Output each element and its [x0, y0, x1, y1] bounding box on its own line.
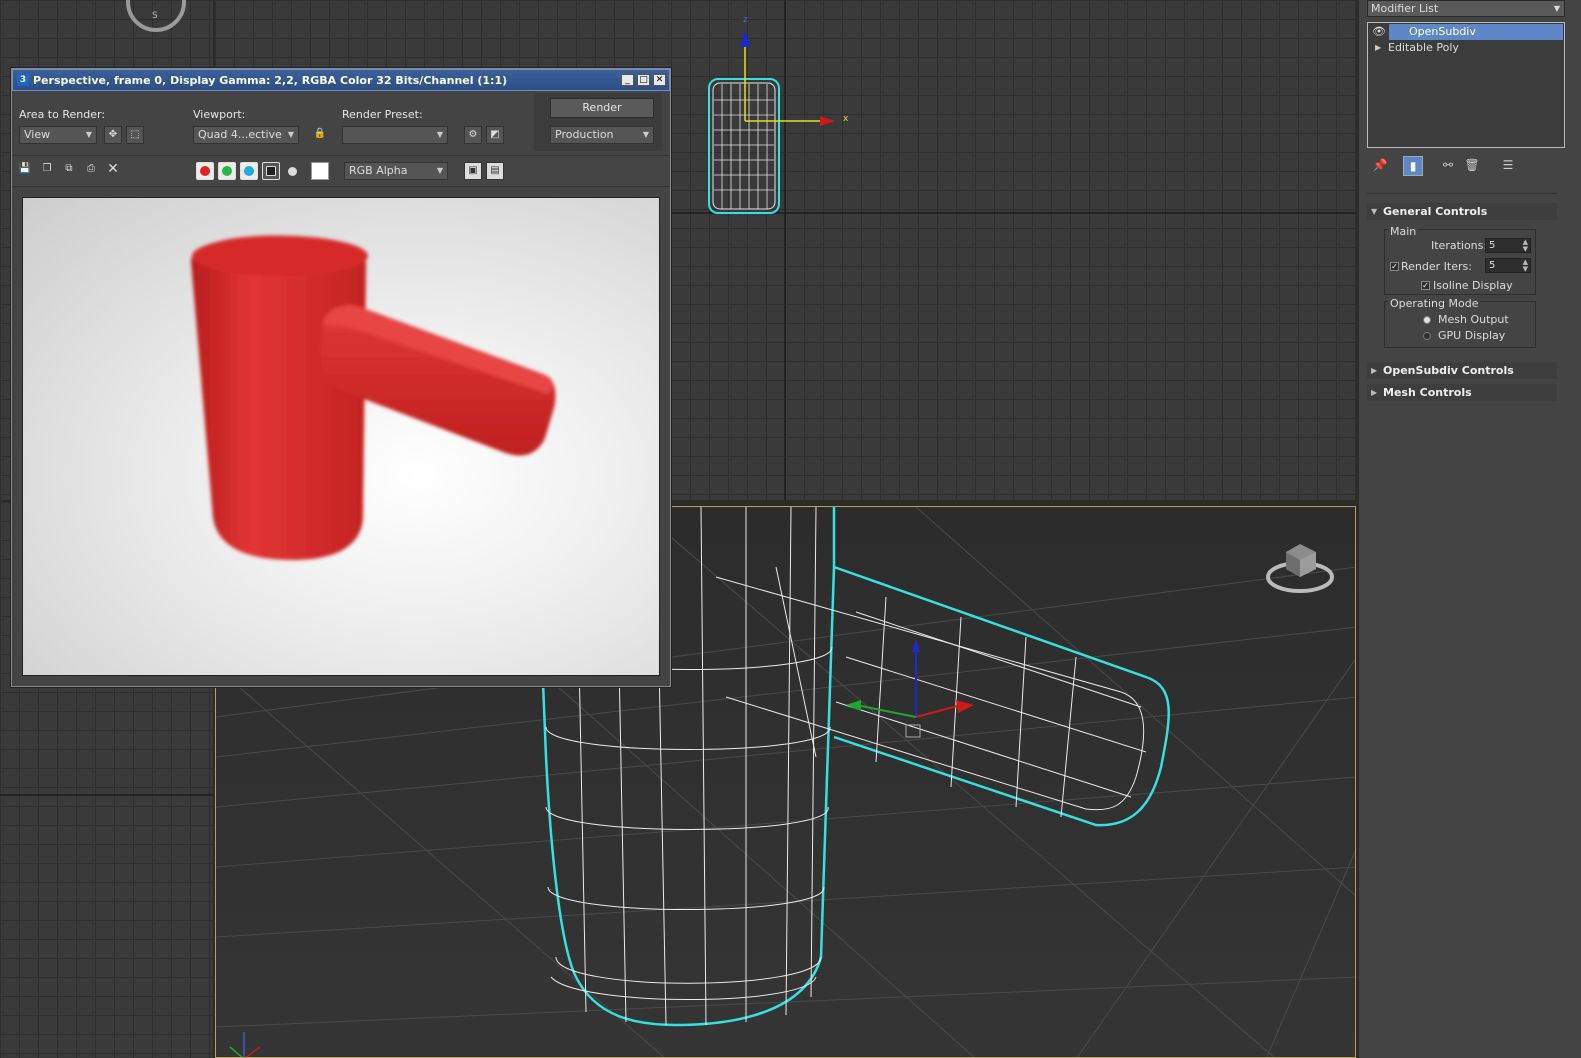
divider: [1367, 193, 1557, 194]
chevron-down-icon: ▼: [1553, 4, 1560, 13]
mesh-output-radio[interactable]: [1423, 316, 1431, 324]
render-window-title: Perspective, frame 0, Display Gamma: 2,2…: [33, 73, 508, 87]
expand-arrow-icon: ▶: [1371, 366, 1378, 375]
render-iters-spinner[interactable]: 5 ▲ ▼: [1485, 258, 1531, 273]
render-button[interactable]: Render: [550, 98, 654, 118]
render-preset-dropdown[interactable]: ▼: [342, 126, 448, 144]
collapse-arrow-icon: ▼: [1371, 207, 1378, 216]
show-end-result-icon[interactable]: ▮: [1403, 156, 1423, 176]
environment-icon[interactable]: ◩: [486, 126, 504, 144]
mesh-controls-rollout[interactable]: ▶ Mesh Controls: [1367, 384, 1557, 401]
render-window-titlebar[interactable]: 3 Perspective, frame 0, Display Gamma: 2…: [12, 69, 670, 91]
operating-mode-group: Operating Mode Mesh Output GPU Display: [1384, 297, 1536, 348]
clone-frame-icon[interactable]: ⧉: [60, 161, 78, 179]
viewport-dropdown[interactable]: Quad 4...ective ▼: [193, 126, 299, 144]
lock-icon[interactable]: 🔒: [311, 126, 329, 144]
spinner-arrows-icon: ▲ ▼: [1522, 238, 1528, 253]
eye-icon[interactable]: 👁: [1372, 24, 1386, 40]
close-button[interactable]: ✕: [653, 74, 666, 86]
chevron-down-icon: ▼: [436, 130, 443, 139]
alpha-channel-toggle[interactable]: [262, 162, 280, 180]
area-to-render-dropdown[interactable]: View ▼: [19, 126, 97, 144]
rendered-image: [22, 197, 660, 676]
render-button-group: Render Production ▼: [534, 93, 662, 151]
save-image-icon[interactable]: 💾: [16, 161, 34, 179]
chevron-down-icon: ▼: [85, 130, 92, 139]
monochrome-icon[interactable]: [288, 167, 297, 176]
pin-stack-icon[interactable]: 📌: [1371, 156, 1389, 174]
render-setup-icon[interactable]: ⚙: [464, 126, 482, 144]
auto-region-icon[interactable]: ⬚: [126, 126, 144, 144]
chevron-down-icon: ▼: [436, 166, 443, 175]
opensubdiv-controls-rollout[interactable]: ▶ OpenSubdiv Controls: [1367, 362, 1557, 379]
display-toggle-icon[interactable]: ▣: [464, 162, 482, 180]
green-channel-toggle[interactable]: [218, 162, 236, 180]
minimize-button[interactable]: _: [621, 74, 634, 86]
copy-image-icon[interactable]: ❐: [38, 161, 56, 179]
render-settings-bar: Area to Render: View ▼ ✥ ⬚ Viewport: Quad…: [12, 91, 670, 155]
mesh-output-label: Mesh Output: [1438, 313, 1509, 326]
gpu-display-radio[interactable]: [1423, 332, 1431, 340]
viewport-label: Viewport:: [193, 108, 246, 121]
configure-sets-icon[interactable]: ☰: [1499, 156, 1517, 174]
edit-region-icon[interactable]: ✥: [104, 126, 122, 144]
swatch-color[interactable]: [311, 162, 329, 180]
general-controls-rollout[interactable]: ▼ General Controls: [1367, 203, 1557, 220]
render-iters-label: Render Iters:: [1401, 260, 1472, 273]
render-preset-label: Render Preset:: [342, 108, 423, 121]
expand-arrow-icon: ▶: [1371, 388, 1378, 397]
chevron-down-icon: ▼: [287, 130, 294, 139]
isoline-display-label: Isoline Display: [1433, 279, 1513, 292]
gizmo-z-label: z: [743, 15, 748, 25]
front-view-object[interactable]: [708, 78, 780, 214]
spinner-arrows-icon: ▲ ▼: [1522, 258, 1528, 273]
modifier-list-dropdown[interactable]: Modifier List ▼: [1367, 0, 1565, 17]
make-unique-icon[interactable]: ⚯: [1439, 156, 1457, 174]
render-frame-window[interactable]: 3 Perspective, frame 0, Display Gamma: 2…: [11, 68, 671, 687]
iterations-spinner[interactable]: 5 ▲ ▼: [1485, 238, 1531, 253]
channel-display-dropdown[interactable]: RGB Alpha ▼: [344, 162, 448, 180]
print-icon[interactable]: ⎙: [82, 161, 100, 179]
overlay-toggle-icon[interactable]: ▤: [486, 162, 504, 180]
modifier-stack[interactable]: 👁 OpenSubdiv ▶ Editable Poly: [1367, 22, 1565, 148]
move-gizmo-front[interactable]: x z: [740, 15, 849, 126]
main-group: Main Iterations: 5 ▲ ▼ ✓ Render Iters: 5 ▲ ▼…: [1384, 225, 1536, 295]
expand-arrow-icon[interactable]: ▶: [1375, 40, 1381, 56]
red-hammer-render: [191, 235, 556, 560]
iterations-label: Iterations:: [1431, 239, 1488, 252]
viewcube-icon[interactable]: [1266, 544, 1334, 593]
gpu-display-label: GPU Display: [1438, 329, 1506, 342]
clear-icon[interactable]: ✕: [104, 161, 122, 179]
remove-modifier-icon[interactable]: 🗑: [1463, 156, 1481, 174]
production-dropdown[interactable]: Production ▼: [550, 126, 654, 144]
area-to-render-label: Area to Render:: [19, 108, 106, 121]
isoline-display-checkbox[interactable]: ✓: [1421, 281, 1430, 290]
render-image-toolbar: 💾 ❐ ⧉ ⎙ ✕ RGB Alpha ▼ ▣ ▤: [12, 155, 670, 187]
chevron-down-icon: ▼: [642, 130, 649, 139]
gizmo-x-label: x: [843, 114, 849, 124]
render-iters-checkbox[interactable]: ✓: [1390, 262, 1399, 271]
maximize-button[interactable]: □: [637, 74, 650, 86]
compass-label: S: [152, 11, 158, 21]
axis-tripod-icon: [229, 1032, 261, 1057]
app-icon: 3: [17, 74, 29, 86]
stack-item-opensubdiv[interactable]: 👁 OpenSubdiv: [1372, 24, 1563, 40]
blue-channel-toggle[interactable]: [240, 162, 258, 180]
red-channel-toggle[interactable]: [196, 162, 214, 180]
stack-item-editable-poly[interactable]: ▶ Editable Poly: [1368, 40, 1564, 56]
command-panel: Modifier List ▼ 👁 OpenSubdiv ▶ Editable …: [1358, 0, 1581, 1058]
